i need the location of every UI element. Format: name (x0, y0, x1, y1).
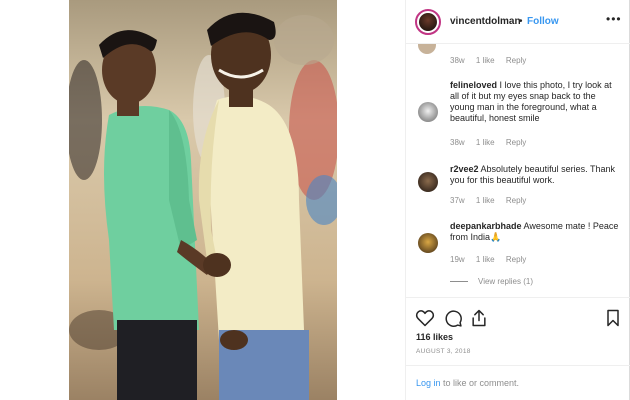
login-prompt: Log in to like or comment. (416, 378, 519, 388)
photo-illustration (69, 0, 337, 400)
post-photo[interactable] (69, 0, 337, 400)
comment-text: deepankarbhade Awesome mate ! Peace from… (450, 221, 622, 243)
comment-avatar[interactable] (418, 102, 438, 122)
more-options-icon[interactable]: ••• (606, 12, 622, 26)
follow-button[interactable]: Follow (527, 16, 559, 27)
comments-list[interactable]: 38w 1 like Reply felineloved I love this… (406, 44, 630, 297)
comment-username[interactable]: r2vee2 (450, 164, 479, 174)
comment-text: r2vee2 Absolutely beautiful series. Than… (450, 164, 622, 186)
view-replies-line (450, 281, 468, 283)
likes-count[interactable]: 116 likes (416, 332, 453, 342)
comment-avatar[interactable] (418, 44, 436, 54)
comment-icon[interactable] (443, 308, 463, 328)
login-rest-text: to like or comment. (440, 378, 520, 388)
view-replies-label: View replies (1) (478, 277, 533, 286)
post-header: vincentdolman • Follow ••• (406, 0, 630, 44)
reply-button[interactable]: Reply (506, 56, 526, 65)
comment-username[interactable]: felineloved (450, 80, 497, 90)
comment-likes[interactable]: 1 like (476, 196, 495, 205)
comment-likes[interactable]: 1 like (476, 56, 495, 65)
comment-meta: 37w 1 like Reply (450, 196, 535, 205)
comment-avatar[interactable] (418, 172, 438, 192)
login-bar: Log in to like or comment. (406, 365, 630, 400)
header-username[interactable]: vincentdolman (450, 16, 521, 27)
comment-likes[interactable]: 1 like (476, 138, 495, 147)
avatar[interactable] (415, 9, 441, 35)
reply-button[interactable]: Reply (506, 255, 526, 264)
comment-username[interactable]: deepankarbhade (450, 221, 522, 231)
view-replies-button[interactable]: View replies (1) (450, 277, 533, 286)
comment-age: 19w (450, 255, 465, 264)
post-date: AUGUST 3, 2018 (416, 348, 471, 355)
comment-text: felineloved I love this photo, I try loo… (450, 80, 622, 124)
avatar-image (419, 13, 437, 31)
heart-icon[interactable] (415, 308, 435, 328)
bookmark-icon[interactable] (603, 308, 623, 328)
comment-avatar[interactable] (418, 233, 438, 253)
login-link[interactable]: Log in (416, 378, 441, 388)
instagram-post-page: vincentdolman • Follow ••• 38w 1 like Re… (0, 0, 630, 400)
comment-meta: 38w 1 like Reply (450, 56, 535, 65)
header-separator: • (519, 16, 523, 27)
post-side-panel: vincentdolman • Follow ••• 38w 1 like Re… (405, 0, 630, 400)
comment-age: 38w (450, 56, 465, 65)
comment-age: 38w (450, 138, 465, 147)
share-icon[interactable] (469, 308, 489, 328)
photo-area (0, 0, 405, 400)
comment-age: 37w (450, 196, 465, 205)
comment-meta: 38w 1 like Reply (450, 138, 535, 147)
reply-button[interactable]: Reply (506, 196, 526, 205)
reply-button[interactable]: Reply (506, 138, 526, 147)
comment-likes[interactable]: 1 like (476, 255, 495, 264)
comment-meta: 19w 1 like Reply (450, 255, 535, 264)
